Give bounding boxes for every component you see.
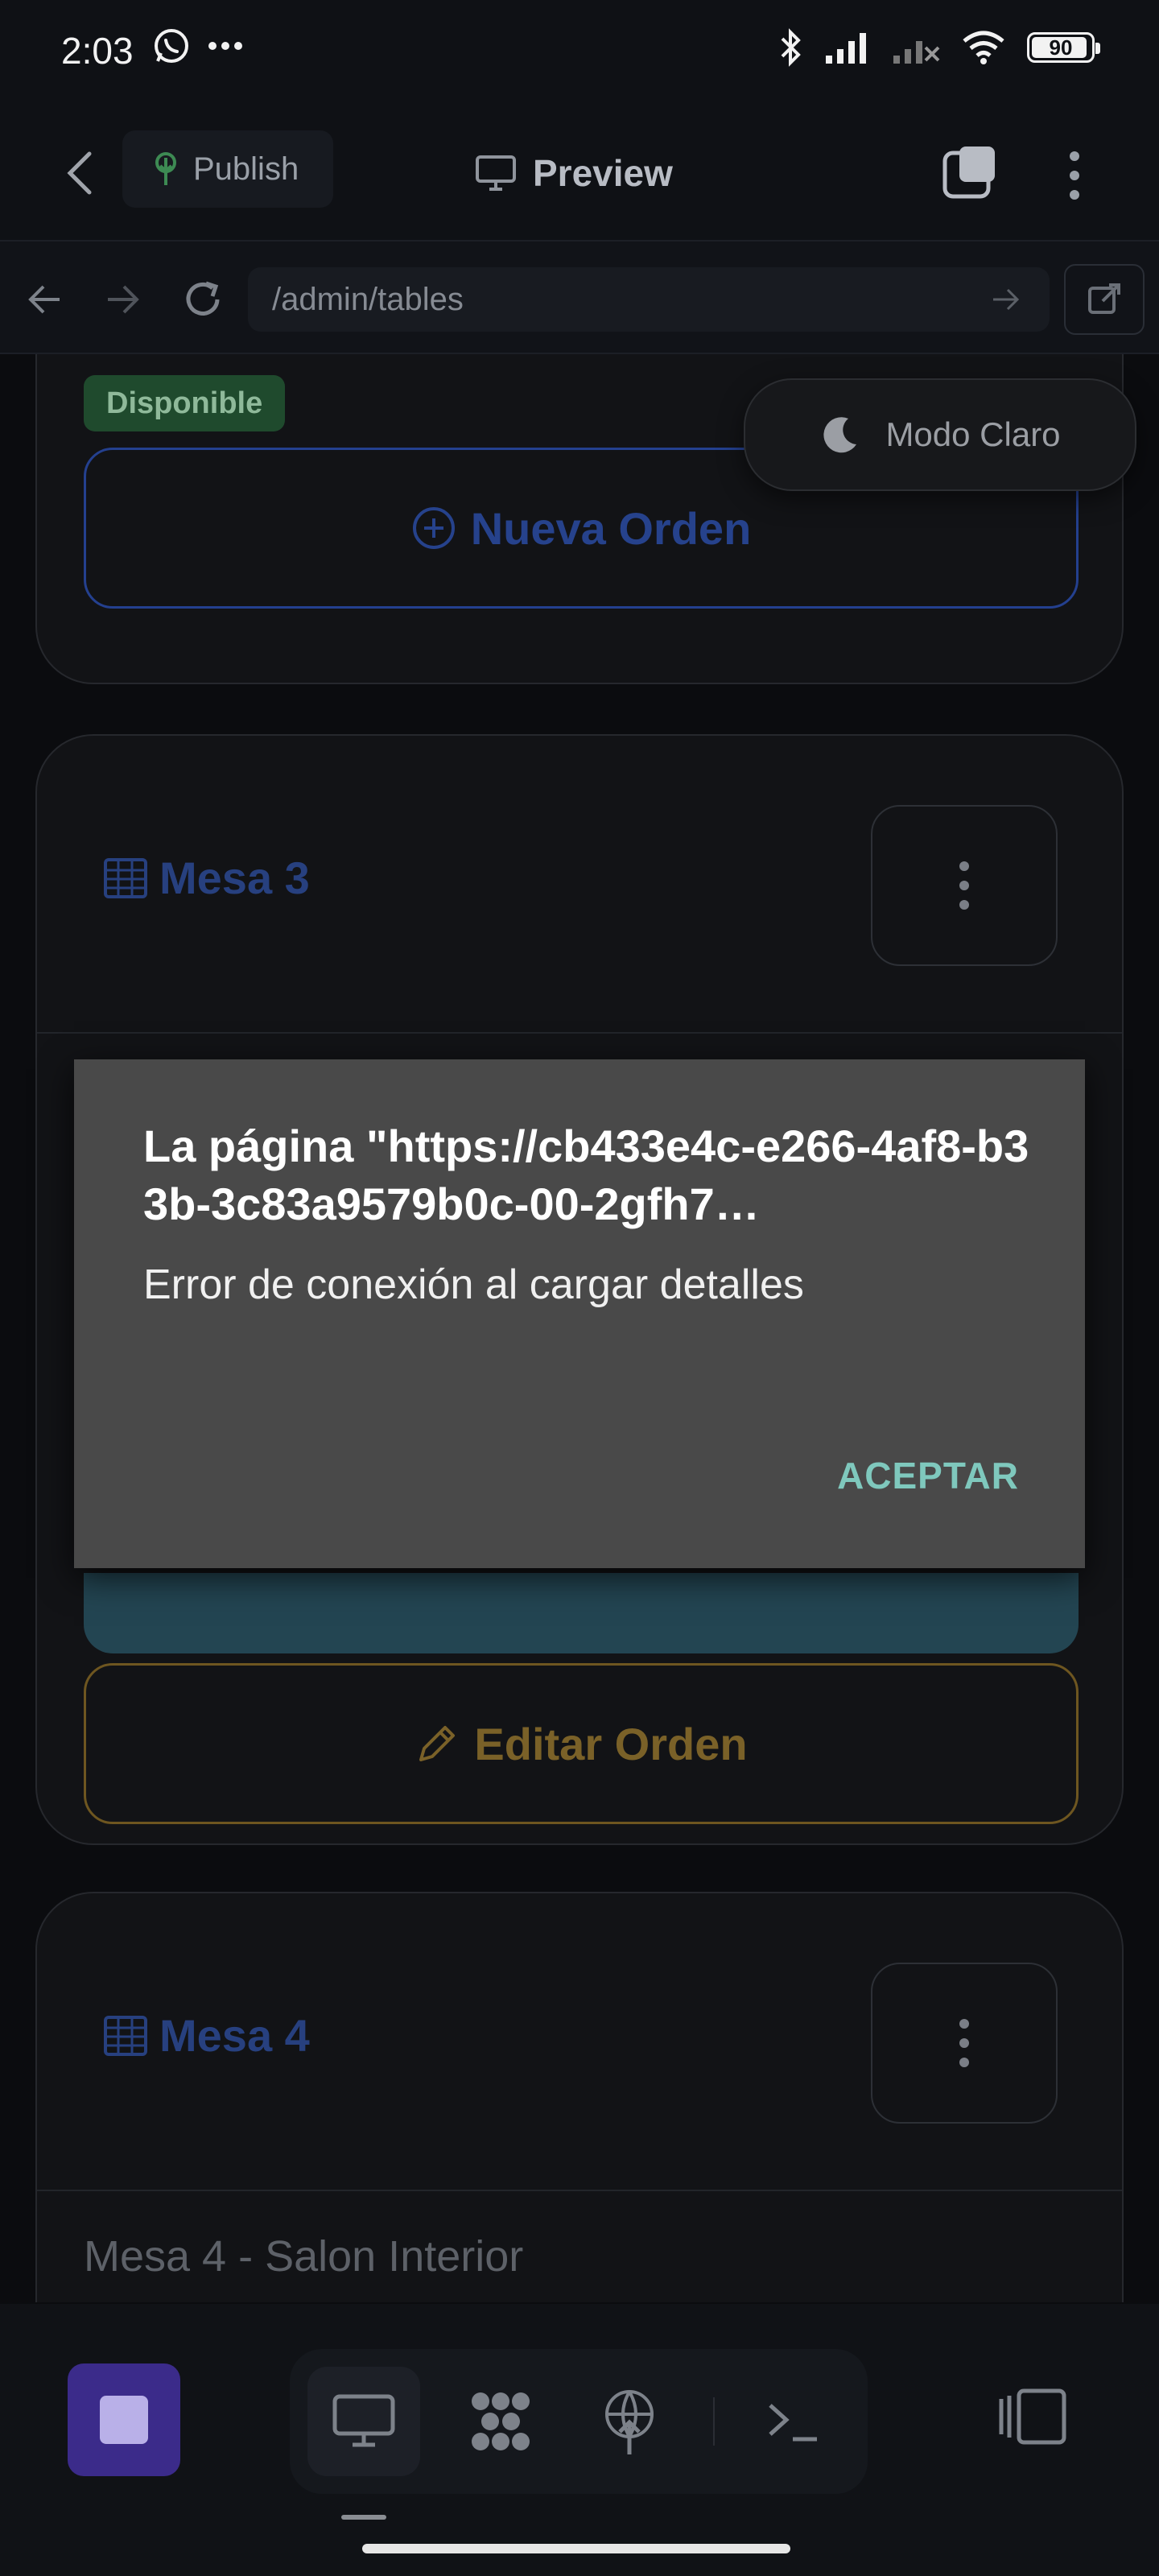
more-options-button[interactable] xyxy=(1046,143,1103,208)
url-input[interactable]: /admin/tables xyxy=(248,267,1050,332)
stop-button[interactable] xyxy=(68,2363,180,2476)
tabs-button[interactable] xyxy=(942,143,1006,208)
status-badge: Disponible xyxy=(84,375,286,431)
status-right-icons: 90 xyxy=(779,27,1100,68)
go-arrow-icon[interactable] xyxy=(987,280,1025,319)
card-subtitle: Mesa 4 - Salon Interior xyxy=(84,2232,524,2281)
pencil-icon xyxy=(419,1726,456,1761)
theme-toggle-button[interactable]: Modo Claro xyxy=(744,378,1136,491)
battery-icon: 90 xyxy=(1027,32,1100,63)
publish-button[interactable]: Publish xyxy=(122,130,333,208)
new-order-label: Nueva Orden xyxy=(470,502,752,554)
dialog-message: Error de conexión al cargar detalles xyxy=(143,1261,804,1308)
wifi-icon xyxy=(963,31,1004,64)
edit-order-button[interactable]: Editar Orden xyxy=(84,1663,1079,1824)
panel-layout-icon xyxy=(999,2388,1066,2445)
whatsapp-icon xyxy=(155,29,188,63)
reload-icon xyxy=(186,281,220,316)
tool-group xyxy=(290,2349,868,2494)
preview-tool-button[interactable] xyxy=(307,2367,420,2476)
card-header: Mesa 3 xyxy=(37,736,1122,1034)
nav-back-button[interactable] xyxy=(19,274,71,325)
deploy-tool-button[interactable] xyxy=(573,2367,686,2476)
external-link-icon xyxy=(1088,283,1120,314)
tabs-icon xyxy=(942,147,995,199)
table-card-mesa-4: Mesa 4 Mesa 4 - Salon Interior xyxy=(35,1892,1124,2302)
bluetooth-icon xyxy=(781,28,801,67)
status-bar: 2:03 90 xyxy=(0,0,1159,105)
panel-toggle-button[interactable] xyxy=(988,2368,1077,2465)
console-tool-button[interactable] xyxy=(737,2367,850,2476)
moon-icon xyxy=(823,417,857,453)
bottom-toolbar xyxy=(0,2304,1159,2576)
monitor-icon xyxy=(476,155,516,191)
preview-label: Preview xyxy=(533,152,673,194)
view-details-button[interactable] xyxy=(84,1573,1079,1653)
card-title-text: Mesa 4 xyxy=(159,2010,310,2061)
home-indicator[interactable] xyxy=(362,2544,790,2553)
publish-label: Publish xyxy=(193,151,299,187)
card-menu-button[interactable] xyxy=(871,1963,1058,2124)
table-grid-icon xyxy=(104,2015,147,2056)
signal-icon xyxy=(826,33,866,64)
status-left-icons xyxy=(153,27,243,64)
card-header: Mesa 4 xyxy=(37,1893,1122,2191)
monitor-icon xyxy=(332,2394,395,2447)
open-external-button[interactable] xyxy=(1064,264,1145,335)
gesture-hint xyxy=(341,2515,386,2520)
plus-circle-icon xyxy=(412,507,455,549)
app-bar: Publish Preview xyxy=(0,105,1159,242)
dialog-accept-button[interactable]: ACEPTAR xyxy=(837,1454,1019,1497)
nav-forward-button[interactable] xyxy=(97,274,148,325)
toolbar-divider xyxy=(713,2397,715,2446)
edit-order-label: Editar Orden xyxy=(474,1718,748,1769)
stop-icon xyxy=(100,2396,148,2444)
more-icon xyxy=(208,42,242,50)
globe-upload-icon xyxy=(605,2390,654,2454)
theme-toggle-label: Modo Claro xyxy=(885,415,1061,453)
arrow-right-icon xyxy=(108,285,139,314)
terminal-icon xyxy=(769,2404,817,2442)
publish-tree-icon xyxy=(155,152,176,185)
chevron-left-icon xyxy=(67,151,92,195)
url-bar: /admin/tables xyxy=(0,242,1159,354)
workspace-tool-button[interactable] xyxy=(444,2367,557,2476)
card-menu-button[interactable] xyxy=(871,805,1058,966)
preview-button[interactable]: Preview xyxy=(475,137,673,209)
back-button[interactable] xyxy=(52,145,108,201)
status-time: 2:03 xyxy=(61,30,134,72)
alert-dialog: La página "https://cb433e4c-e266-4af8-b3… xyxy=(74,1059,1085,1568)
nodes-icon xyxy=(472,2392,530,2450)
card-title-text: Mesa 3 xyxy=(159,852,310,903)
battery-level: 90 xyxy=(1049,35,1073,60)
card-title: Mesa 3 xyxy=(103,852,310,904)
signal-off-icon xyxy=(893,41,940,64)
card-title: Mesa 4 xyxy=(103,2009,310,2062)
arrow-left-icon xyxy=(28,285,60,314)
url-text: /admin/tables xyxy=(272,281,464,317)
reload-button[interactable] xyxy=(177,274,229,325)
table-grid-icon xyxy=(104,857,147,898)
dialog-title: La página "https://cb433e4c-e266-4af8-b3… xyxy=(143,1121,1029,1229)
